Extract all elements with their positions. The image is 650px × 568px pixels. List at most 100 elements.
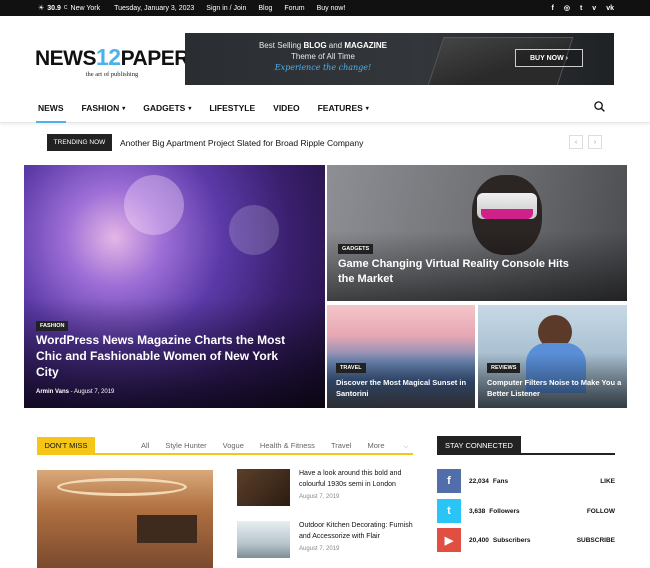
weather-widget: ☀ 30.9 C New York <box>38 4 101 13</box>
category-badge[interactable]: REVIEWS <box>487 363 521 373</box>
post-date: August 7, 2019 <box>299 494 340 500</box>
instagram-icon[interactable]: ◎ <box>564 4 570 12</box>
site-logo[interactable]: NEWS12PAPER the art of publishing <box>35 44 189 79</box>
social-youtube-row[interactable]: ▶ 20,400 Subscribers SUBSCRIBE <box>437 528 615 552</box>
subscribe-button[interactable]: SUBSCRIBE <box>577 537 615 544</box>
list-item[interactable]: Have a look around this bold and colourf… <box>237 469 417 509</box>
search-icon[interactable] <box>594 101 605 112</box>
stay-connected-underline <box>437 453 615 455</box>
buy-now-link[interactable]: Buy now! <box>317 5 346 12</box>
tab-health-fitness[interactable]: Health & Fitness <box>260 441 315 451</box>
list-item[interactable]: Outdoor Kitchen Decorating: Furnish and … <box>237 521 417 561</box>
nav-item-gadgets[interactable]: GADGETS ▾ <box>143 93 191 123</box>
blog-link[interactable]: Blog <box>258 5 272 12</box>
decorative-light <box>229 205 279 255</box>
tab-style-hunter[interactable]: Style Hunter <box>165 441 206 451</box>
category-badge[interactable]: TRAVEL <box>336 363 366 373</box>
trending-bar: TRENDING NOW Another Big Apartment Proje… <box>0 134 650 152</box>
nav-item-label: LIFESTYLE <box>209 103 256 113</box>
featured-post-main[interactable]: FASHION WordPress News Magazine Charts t… <box>24 165 325 408</box>
logo-tagline: the art of publishing <box>85 71 139 78</box>
social-count: 3,638 <box>469 507 486 515</box>
main-nav: NEWS FASHION ▾ GADGETS ▾ LIFESTYLE VIDEO FEATUR… <box>0 93 650 123</box>
social-name: Fans <box>492 477 509 485</box>
twitter-icon[interactable]: t <box>437 499 461 523</box>
banner-line1-blog: BLOG <box>303 41 327 50</box>
social-count: 22,034 <box>469 477 489 485</box>
nav-item-label: GADGETS <box>143 103 186 113</box>
decorative-window <box>137 515 197 543</box>
nav-item-label: FEATURES <box>317 103 363 113</box>
social-facebook-row[interactable]: f 22,034 Fans LIKE <box>437 469 615 493</box>
nav-item-features[interactable]: FEATURES ▾ <box>318 93 369 123</box>
featured-post-travel[interactable]: TRAVEL Discover the Most Magical Sunset … <box>327 305 475 408</box>
twitter-icon[interactable]: t <box>580 5 582 12</box>
social-name: Followers <box>489 507 520 515</box>
banner-text: Best Selling BLOG and MAGAZINE Theme of … <box>223 40 423 73</box>
featured-post-reviews[interactable]: REVIEWS Computer Filters Noise to Make Y… <box>478 305 627 408</box>
top-bar: ☀ 30.9 C New York Tuesday, January 3, 20… <box>0 0 650 16</box>
post-author[interactable]: Armin Vans <box>36 389 69 395</box>
logo-number: 12 <box>96 44 121 70</box>
vk-icon[interactable]: vk <box>606 5 614 12</box>
nav-item-news[interactable]: NEWS <box>36 93 65 123</box>
post-date: August 7, 2019 <box>299 546 340 552</box>
chevron-down-icon: ⌵ <box>403 444 409 450</box>
tab-travel[interactable]: Travel <box>331 441 352 451</box>
nav-item-fashion[interactable]: FASHION ▾ <box>82 93 126 123</box>
ad-banner[interactable]: Best Selling BLOG and MAGAZINE Theme of … <box>185 33 614 85</box>
facebook-icon[interactable]: f <box>437 469 461 493</box>
tab-all[interactable]: All <box>141 441 149 451</box>
post-date: August 7, 2019 <box>74 389 115 395</box>
nav-item-label: NEWS <box>38 103 64 113</box>
youtube-icon[interactable]: ▶ <box>437 528 461 552</box>
chevron-down-icon: ▾ <box>365 105 369 112</box>
dont-miss-tabs: All Style Hunter Vogue Health & Fitness … <box>141 441 440 451</box>
dont-miss-label: DON'T MISS <box>37 437 95 454</box>
post-thumbnail[interactable] <box>237 469 290 506</box>
follow-button[interactable]: FOLLOW <box>587 508 615 515</box>
chevron-down-icon: ▾ <box>122 105 126 112</box>
dont-miss-main-thumbnail[interactable] <box>37 470 213 568</box>
featured-title[interactable]: WordPress News Magazine Charts the Most … <box>36 332 296 380</box>
like-button[interactable]: LIKE <box>600 478 615 485</box>
tab-vogue[interactable]: Vogue <box>223 441 244 451</box>
temperature: 30.9 <box>47 4 61 12</box>
nav-item-label: FASHION <box>81 103 120 113</box>
post-thumbnail[interactable] <box>237 521 290 558</box>
vimeo-icon[interactable]: v <box>592 5 596 12</box>
social-count: 20,400 <box>469 536 489 544</box>
banner-line3: Experience the change! <box>274 63 372 72</box>
forum-link[interactable]: Forum <box>284 5 304 12</box>
post-title[interactable]: Outdoor Kitchen Decorating: Furnish and … <box>299 521 414 542</box>
category-badge[interactable]: FASHION <box>36 321 69 331</box>
nav-item-video[interactable]: VIDEO <box>273 93 299 123</box>
facebook-icon[interactable]: f <box>552 5 554 12</box>
post-meta: Armin Vans - August 7, 2019 <box>36 389 115 395</box>
weather-city: New York <box>70 4 101 12</box>
featured-title[interactable]: Computer Filters Noise to Make You a Bet… <box>487 377 622 399</box>
social-name: Subscribers <box>492 536 531 544</box>
banner-buy-now-button[interactable]: BUY NOW › <box>515 49 583 67</box>
banner-line1-magazine: MAGAZINE <box>344 41 388 50</box>
nav-item-label: VIDEO <box>273 103 300 113</box>
featured-title[interactable]: Discover the Most Magical Sunset in Sant… <box>336 377 471 399</box>
chevron-down-icon: ▾ <box>188 105 192 112</box>
decorative-ceiling <box>57 478 187 496</box>
category-badge[interactable]: GADGETS <box>338 244 374 254</box>
decorative-light <box>124 175 184 235</box>
banner-line2: Theme of All Time <box>290 52 356 61</box>
post-title[interactable]: Have a look around this bold and colourf… <box>299 469 414 490</box>
logo-word-news: NEWS <box>35 47 97 70</box>
trending-headline[interactable]: Another Big Apartment Project Slated for… <box>120 138 363 148</box>
featured-post-gadgets[interactable]: GADGETS Game Changing Virtual Reality Co… <box>327 165 627 301</box>
banner-line1-and: and <box>326 41 345 50</box>
nav-item-lifestyle[interactable]: LIFESTYLE <box>209 93 255 123</box>
trending-prev-button[interactable]: ‹ <box>569 135 583 149</box>
sign-in-link[interactable]: Sign in / Join <box>206 5 246 12</box>
trending-next-button[interactable]: › <box>588 135 602 149</box>
social-twitter-row[interactable]: t 3,638 Followers FOLLOW <box>437 499 615 523</box>
featured-title[interactable]: Game Changing Virtual Reality Console Hi… <box>338 257 588 287</box>
tab-more[interactable]: More ⌵ <box>368 441 425 451</box>
vr-headset-image <box>477 193 537 219</box>
